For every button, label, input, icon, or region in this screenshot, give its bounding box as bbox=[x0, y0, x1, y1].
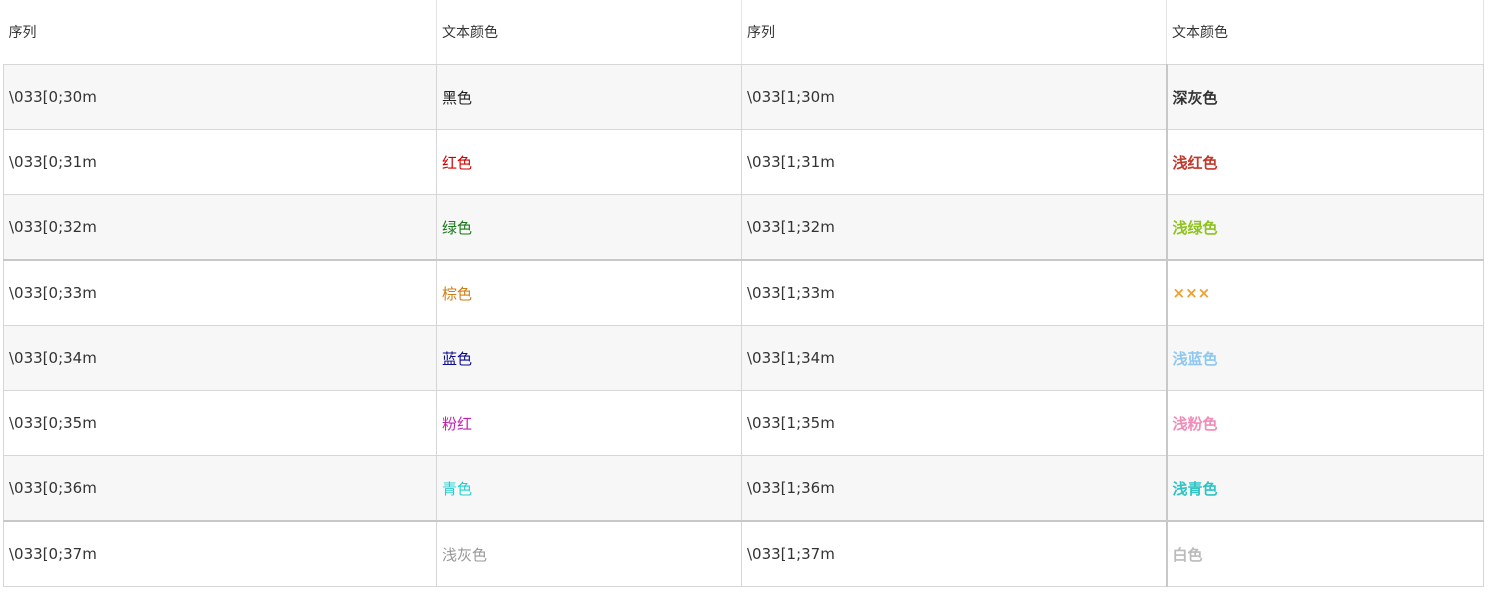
table-header-row: 序列 文本颜色 序列 文本颜色 bbox=[3, 0, 1484, 65]
color-name-cell: 青色 bbox=[436, 455, 742, 522]
bold-color-name-cell: 浅蓝色 bbox=[1165, 325, 1484, 391]
ansi-color-table: 序列 文本颜色 序列 文本颜色 \033[0;30m 黑色 \033[1;30m… bbox=[3, 0, 1484, 587]
color-name-cell: 粉红 bbox=[436, 390, 742, 456]
bold-sequence-cell: \033[1;30m bbox=[741, 64, 1167, 130]
sequence-cell: \033[0;32m bbox=[3, 194, 437, 261]
table-row: \033[0;31m 红色 \033[1;31m 浅红色 bbox=[3, 129, 1484, 195]
color-name-cell: 绿色 bbox=[436, 194, 742, 261]
table-row: \033[0;33m 棕色 \033[1;33m ××× bbox=[3, 259, 1484, 326]
table-row: \033[0;30m 黑色 \033[1;30m 深灰色 bbox=[3, 64, 1484, 130]
color-name-cell: 浅灰色 bbox=[436, 520, 742, 587]
sequence-cell: \033[0;37m bbox=[3, 520, 437, 587]
bold-sequence-cell: \033[1;35m bbox=[741, 390, 1167, 456]
table-row: \033[0;32m 绿色 \033[1;32m 浅绿色 bbox=[3, 194, 1484, 261]
table-row: \033[0;34m 蓝色 \033[1;34m 浅蓝色 bbox=[3, 325, 1484, 391]
bold-color-name-cell: ××× bbox=[1165, 259, 1484, 326]
header-sequence: 序列 bbox=[3, 0, 437, 65]
table-row: \033[0;36m 青色 \033[1;36m 浅青色 bbox=[3, 455, 1484, 522]
header-sequence-bold: 序列 bbox=[741, 0, 1167, 65]
table-row: \033[0;35m 粉红 \033[1;35m 浅粉色 bbox=[3, 390, 1484, 456]
header-text-color-bold: 文本颜色 bbox=[1166, 0, 1484, 65]
sequence-cell: \033[0;34m bbox=[3, 325, 437, 391]
color-name-cell: 棕色 bbox=[436, 259, 742, 326]
header-text-color: 文本颜色 bbox=[436, 0, 742, 65]
color-name-cell: 蓝色 bbox=[436, 325, 742, 391]
bold-sequence-cell: \033[1;32m bbox=[741, 194, 1167, 261]
sequence-cell: \033[0;30m bbox=[3, 64, 437, 130]
sequence-cell: \033[0;33m bbox=[3, 259, 437, 326]
sequence-cell: \033[0;31m bbox=[3, 129, 437, 195]
bold-color-name-cell: 白色 bbox=[1165, 520, 1484, 587]
bold-color-name-cell: 深灰色 bbox=[1165, 64, 1484, 130]
bold-sequence-cell: \033[1;36m bbox=[741, 455, 1167, 522]
bold-sequence-cell: \033[1;33m bbox=[741, 259, 1167, 326]
bold-sequence-cell: \033[1;34m bbox=[741, 325, 1167, 391]
color-name-cell: 红色 bbox=[436, 129, 742, 195]
bold-sequence-cell: \033[1;31m bbox=[741, 129, 1167, 195]
bold-color-name-cell: 浅绿色 bbox=[1165, 194, 1484, 261]
bold-sequence-cell: \033[1;37m bbox=[741, 520, 1167, 587]
sequence-cell: \033[0;35m bbox=[3, 390, 437, 456]
bold-color-name-cell: 浅红色 bbox=[1165, 129, 1484, 195]
sequence-cell: \033[0;36m bbox=[3, 455, 437, 522]
table-row: \033[0;37m 浅灰色 \033[1;37m 白色 bbox=[3, 520, 1484, 587]
color-name-cell: 黑色 bbox=[436, 64, 742, 130]
bold-color-name-cell: 浅粉色 bbox=[1165, 390, 1484, 456]
bold-color-name-cell: 浅青色 bbox=[1165, 455, 1484, 522]
